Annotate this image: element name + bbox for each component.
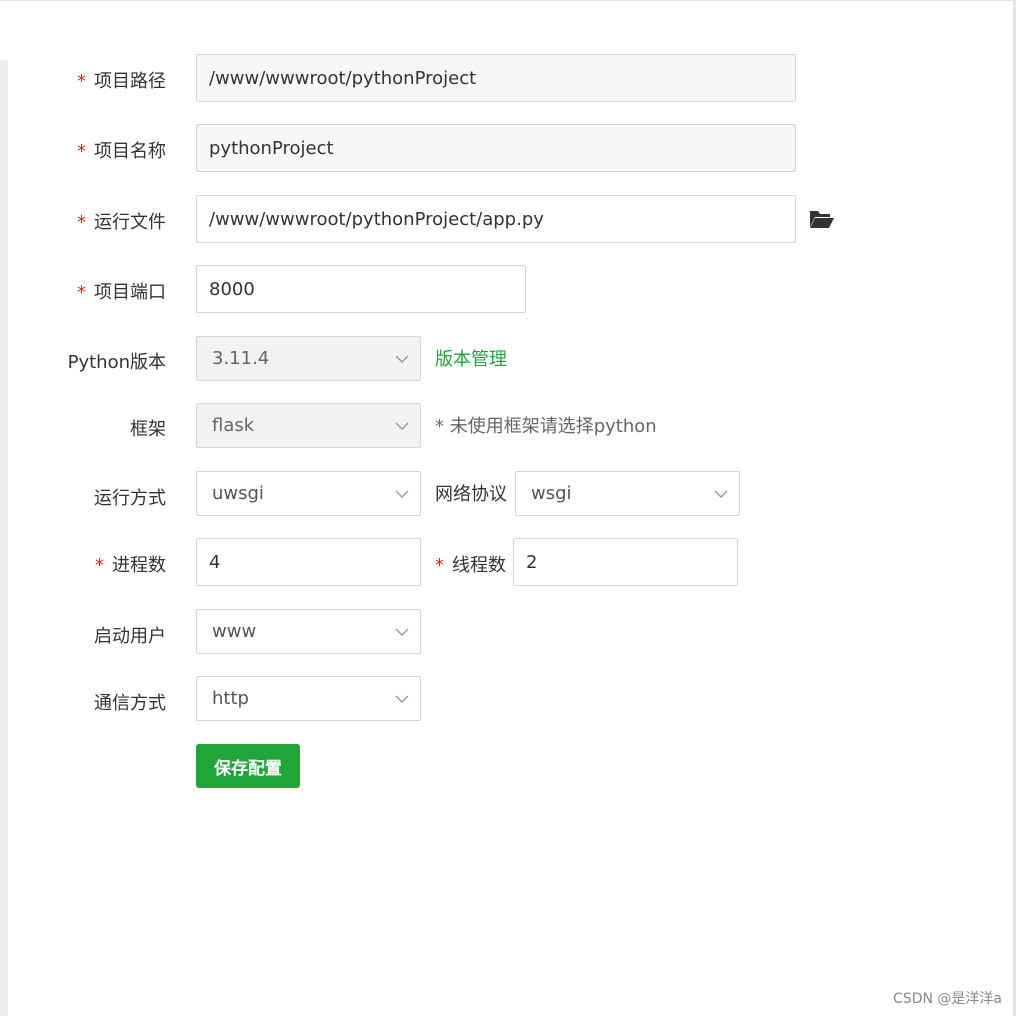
- project-path-input[interactable]: /www/wwwroot/pythonProject: [196, 54, 796, 102]
- label-text: 项目名称: [94, 141, 166, 162]
- label-text: 项目端口: [94, 282, 166, 303]
- label-text: 项目路径: [94, 71, 166, 92]
- framework-label: 框架: [130, 419, 166, 440]
- version-manage-link[interactable]: 版本管理: [435, 345, 507, 371]
- required-mark: *: [95, 555, 104, 576]
- python-version-select[interactable]: 3.11.4: [196, 336, 421, 381]
- chevron-down-icon: [395, 628, 409, 636]
- comm-mode-value: http: [212, 688, 249, 709]
- label-text: 线程数: [452, 555, 506, 576]
- left-panel-edge: [0, 60, 8, 1016]
- network-protocol-label: 网络协议: [435, 484, 507, 505]
- processes-input[interactable]: 4: [196, 538, 421, 586]
- start-user-value: www: [212, 621, 257, 642]
- required-mark: *: [435, 555, 444, 576]
- required-mark: *: [77, 212, 86, 233]
- chevron-down-icon: [395, 490, 409, 498]
- framework-hint: * 未使用框架请选择python: [435, 416, 657, 437]
- threads-label: * 线程数: [435, 551, 506, 577]
- run-mode-value: uwsgi: [212, 483, 264, 504]
- chevron-down-icon: [395, 355, 409, 363]
- project-path-label: * 项目路径: [77, 67, 166, 93]
- processes-label: * 进程数: [95, 551, 166, 577]
- project-name-input[interactable]: pythonProject: [196, 124, 796, 172]
- label-text: 运行文件: [94, 212, 166, 233]
- run-file-label: * 运行文件: [77, 208, 166, 234]
- start-user-select[interactable]: www: [196, 609, 421, 654]
- run-mode-select[interactable]: uwsgi: [196, 471, 421, 516]
- required-mark: *: [77, 282, 86, 303]
- top-divider: [0, 0, 1016, 1]
- chevron-down-icon: [395, 422, 409, 430]
- comm-mode-label: 通信方式: [94, 693, 166, 714]
- framework-value: flask: [212, 415, 255, 436]
- python-version-value: 3.11.4: [212, 348, 270, 369]
- comm-mode-select[interactable]: http: [196, 676, 421, 721]
- network-protocol-select[interactable]: wsgi: [515, 471, 740, 516]
- required-mark: *: [77, 141, 86, 162]
- project-port-input[interactable]: 8000: [196, 265, 526, 313]
- network-protocol-value: wsgi: [531, 483, 572, 504]
- folder-open-icon[interactable]: [809, 207, 835, 231]
- start-user-label: 启动用户: [94, 626, 166, 647]
- framework-select[interactable]: flask: [196, 403, 421, 448]
- chevron-down-icon: [395, 695, 409, 703]
- label-text: 进程数: [112, 555, 166, 576]
- watermark: CSDN @是洋洋a: [893, 991, 1002, 1007]
- threads-input[interactable]: 2: [513, 538, 738, 586]
- save-config-button[interactable]: 保存配置: [196, 744, 300, 788]
- required-mark: *: [77, 71, 86, 92]
- run-file-input[interactable]: /www/wwwroot/pythonProject/app.py: [196, 195, 796, 243]
- project-port-label: * 项目端口: [77, 278, 166, 304]
- chevron-down-icon: [714, 490, 728, 498]
- run-mode-label: 运行方式: [94, 488, 166, 509]
- project-name-label: * 项目名称: [77, 137, 166, 163]
- python-version-label: Python版本: [67, 352, 166, 373]
